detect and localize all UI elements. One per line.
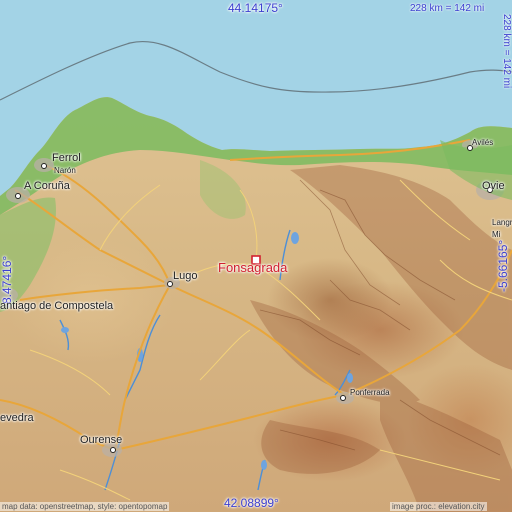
city-label-ourense: Ourense <box>80 434 123 446</box>
credits-left: map data: openstreetmap, style: opentopo… <box>0 502 170 511</box>
city-label-aviles: Avilés <box>472 138 494 147</box>
city-label-langreo: Langr <box>492 218 512 227</box>
map-canvas[interactable]: 44.14175° 42.08899° -8.47416° -5.66165° … <box>0 0 512 512</box>
target-location-label[interactable]: Fonsagrada <box>218 260 287 275</box>
city-label-oviedo: Ovie <box>482 180 505 192</box>
top-latitude-label: 44.14175° <box>228 1 283 15</box>
horizontal-scale-label: 228 km = 142 mi <box>410 3 485 14</box>
vertical-scale-label: 228 km = 142 mi <box>501 14 512 89</box>
city-label-naron: Narón <box>54 166 76 175</box>
marker-layer <box>15 145 493 453</box>
bottom-latitude-label: 42.08899° <box>224 496 279 510</box>
city-label-mieres: Mi <box>492 230 501 239</box>
city-label-a-coruna: A Coruña <box>24 180 70 192</box>
city-label-santiago: antiago de Compostela <box>0 300 114 312</box>
city-dot-icon <box>15 145 493 453</box>
city-label-ferrol: Ferrol <box>52 152 81 164</box>
city-label-ponferrada: Ponferrada <box>350 388 390 397</box>
right-longitude-label: -5.66165° <box>496 239 510 292</box>
city-label-pontevedra: evedra <box>0 412 34 424</box>
city-label-lugo: Lugo <box>173 270 198 282</box>
credits-right: image proc.: elevation.city <box>390 502 487 511</box>
